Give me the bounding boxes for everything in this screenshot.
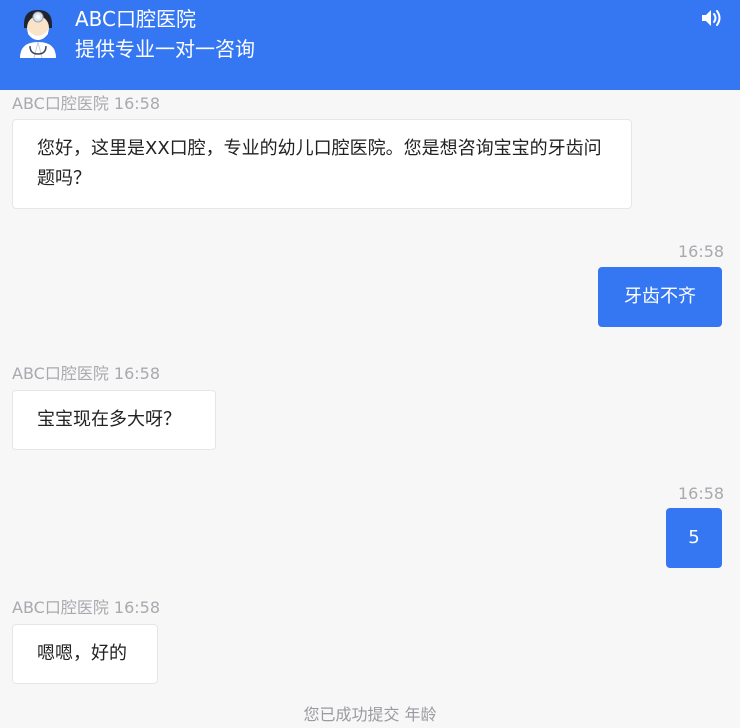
header-subtitle: 提供专业一对一咨询 — [75, 37, 255, 61]
chat-header: ABC口腔医院 提供专业一对一咨询 — [0, 0, 740, 90]
message-sender-time: ABC口腔医院 16:58 — [12, 598, 161, 617]
message-bubble-outgoing: 5 — [666, 508, 722, 568]
message-time: 16:58 — [678, 484, 725, 503]
message-bubble-incoming: 您好，这里是XX口腔，专业的幼儿口腔医院。您是想咨询宝宝的牙齿问题吗？ — [12, 119, 632, 209]
message-bubble-outgoing: 牙齿不齐 — [598, 267, 722, 327]
message-sender-time: ABC口腔医院 16:58 — [12, 94, 161, 113]
message-bubble-incoming: 宝宝现在多大呀？ — [12, 390, 216, 450]
doctor-avatar-icon — [20, 10, 56, 58]
message-sender-time: ABC口腔医院 16:58 — [12, 364, 161, 383]
speaker-icon[interactable] — [701, 8, 723, 28]
message-bubble-incoming: 嗯嗯，好的 — [12, 624, 158, 684]
message-time: 16:58 — [678, 242, 725, 261]
submit-status-text: 您已成功提交 年龄 — [303, 705, 437, 724]
hospital-name: ABC口腔医院 — [75, 7, 197, 31]
